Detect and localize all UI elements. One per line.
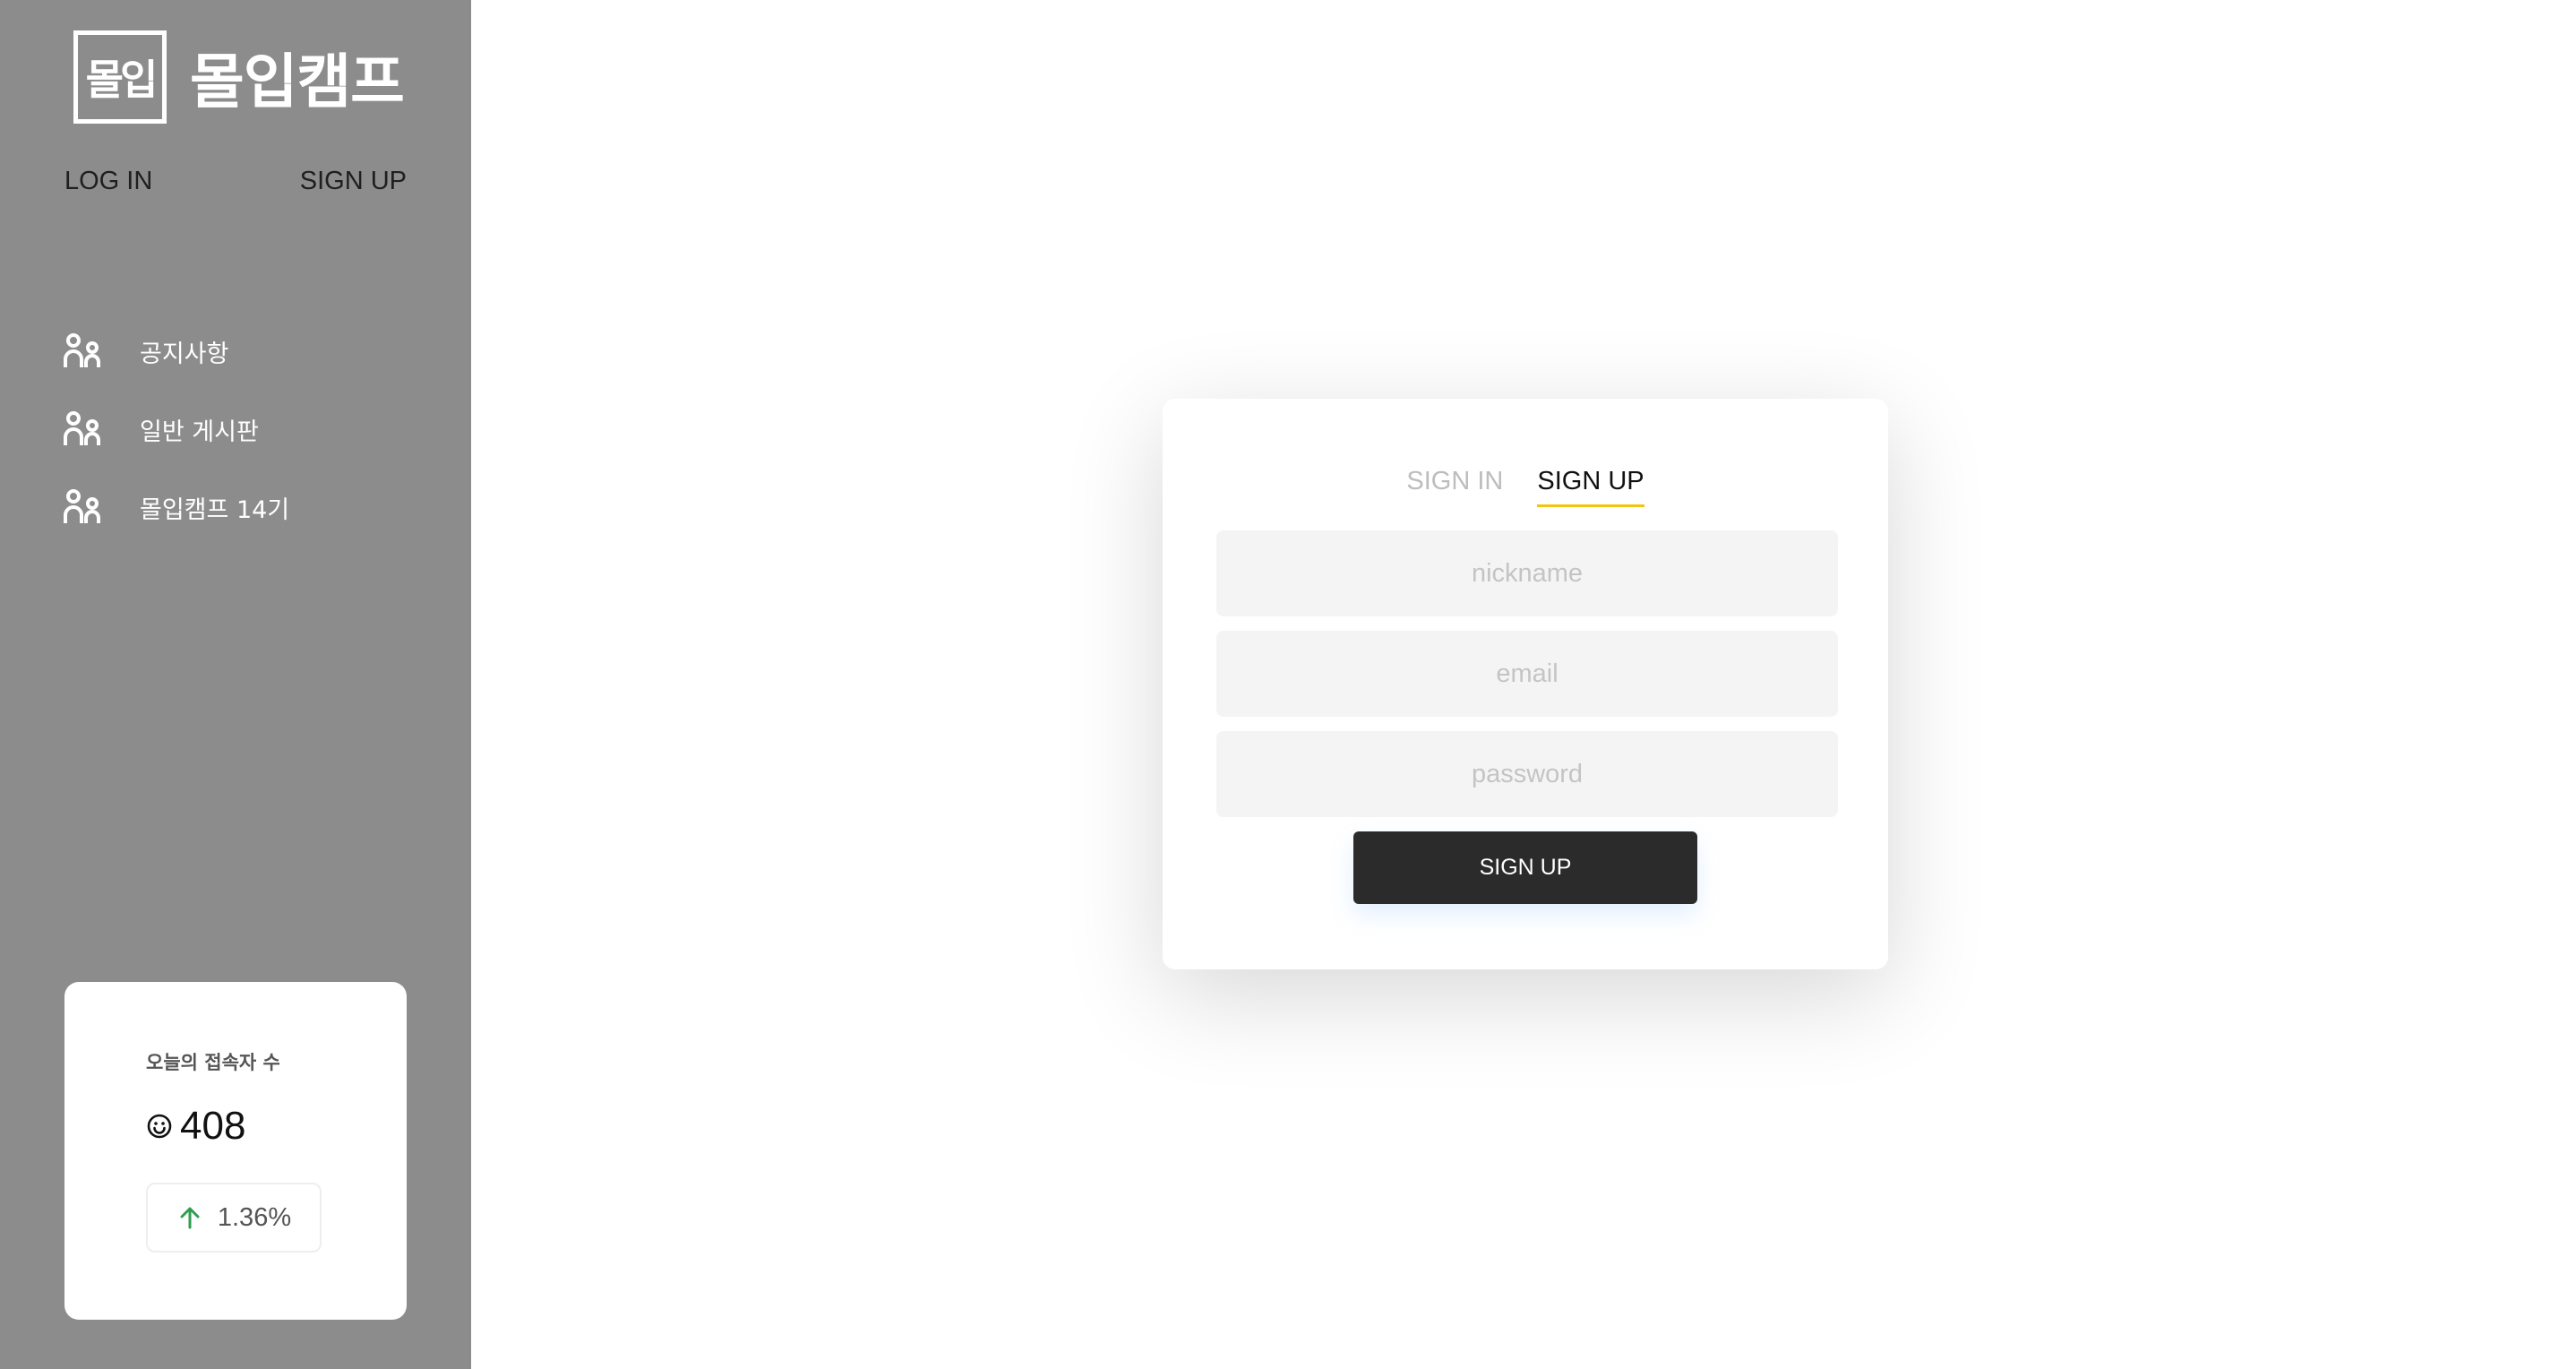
- sidebar-nav: 공지사항 일반 게시판 몰입캠프 14기: [63, 330, 289, 564]
- people-icon: [64, 489, 100, 523]
- brand-name: 몰입캠프: [190, 47, 405, 116]
- trend-badge: 1.36%: [146, 1183, 322, 1253]
- login-link[interactable]: LOG IN: [64, 167, 152, 196]
- trend-value: 1.36%: [217, 1202, 292, 1232]
- sidebar-item-label: 일반 게시판: [140, 418, 259, 446]
- password-input[interactable]: [1216, 731, 1838, 817]
- brand-logo[interactable]: 몰입 몰입캠프: [73, 30, 405, 124]
- sidebar-item-notice[interactable]: 공지사항: [63, 330, 289, 373]
- sidebar-item-camp-14[interactable]: 몰입캠프 14기: [63, 486, 289, 529]
- sidebar: 몰입 몰입캠프 LOG IN SIGN UP 공지사항 일반 게시판 몰입캠프 …: [0, 0, 471, 1369]
- sidebar-item-general-board[interactable]: 일반 게시판: [63, 408, 289, 451]
- sidebar-item-label: 공지사항: [140, 340, 229, 368]
- auth-links: LOG IN SIGN UP: [64, 167, 407, 202]
- visitor-title: 오늘의 접속자 수: [146, 1052, 280, 1073]
- visitor-count: 408: [180, 1104, 246, 1148]
- email-input[interactable]: [1216, 631, 1838, 717]
- tab-sign-in[interactable]: SIGN IN: [1406, 467, 1503, 504]
- logo-mark: 몰입: [73, 30, 167, 124]
- arrow-up-icon: [180, 1207, 200, 1229]
- visitor-stats-card: 오늘의 접속자 수 408 1.36%: [64, 982, 407, 1320]
- tab-sign-up[interactable]: SIGN UP: [1537, 467, 1644, 507]
- smile-icon: [147, 1114, 172, 1139]
- signup-card: SIGN IN SIGN UP SIGN UP: [1163, 399, 1888, 969]
- signup-submit-button[interactable]: SIGN UP: [1353, 831, 1697, 904]
- nickname-input[interactable]: [1216, 530, 1838, 616]
- sidebar-item-label: 몰입캠프 14기: [140, 495, 290, 524]
- people-icon: [64, 333, 100, 367]
- visitor-count-row: 408: [146, 1104, 245, 1149]
- people-icon: [64, 411, 100, 445]
- signup-link[interactable]: SIGN UP: [300, 167, 407, 196]
- auth-tabs: SIGN IN SIGN UP: [1163, 467, 1888, 512]
